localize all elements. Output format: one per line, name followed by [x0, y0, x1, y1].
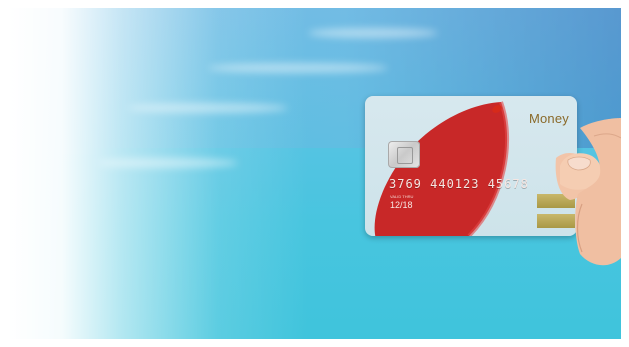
card-expiry: 12/18 [390, 200, 413, 210]
card-red-blob [374, 101, 510, 236]
credit-card: Money 3769 440123 45678 VALID THRU 12/18 [365, 96, 577, 236]
card-gold-tabs [537, 194, 575, 228]
valid-thru-label: VALID THRU [390, 194, 414, 199]
photo-scene: Money 3769 440123 45678 VALID THRU 12/18 [8, 8, 621, 339]
card-gold-tab [537, 214, 575, 228]
chip-icon [388, 141, 420, 168]
cloud-streak [308, 28, 438, 38]
card-gold-tab [537, 194, 575, 208]
card-number: 3769 440123 45678 [389, 177, 529, 191]
sun-glow [8, 8, 308, 339]
card-brand-logo: Money [528, 111, 569, 126]
brand-dot-icon [492, 105, 502, 113]
